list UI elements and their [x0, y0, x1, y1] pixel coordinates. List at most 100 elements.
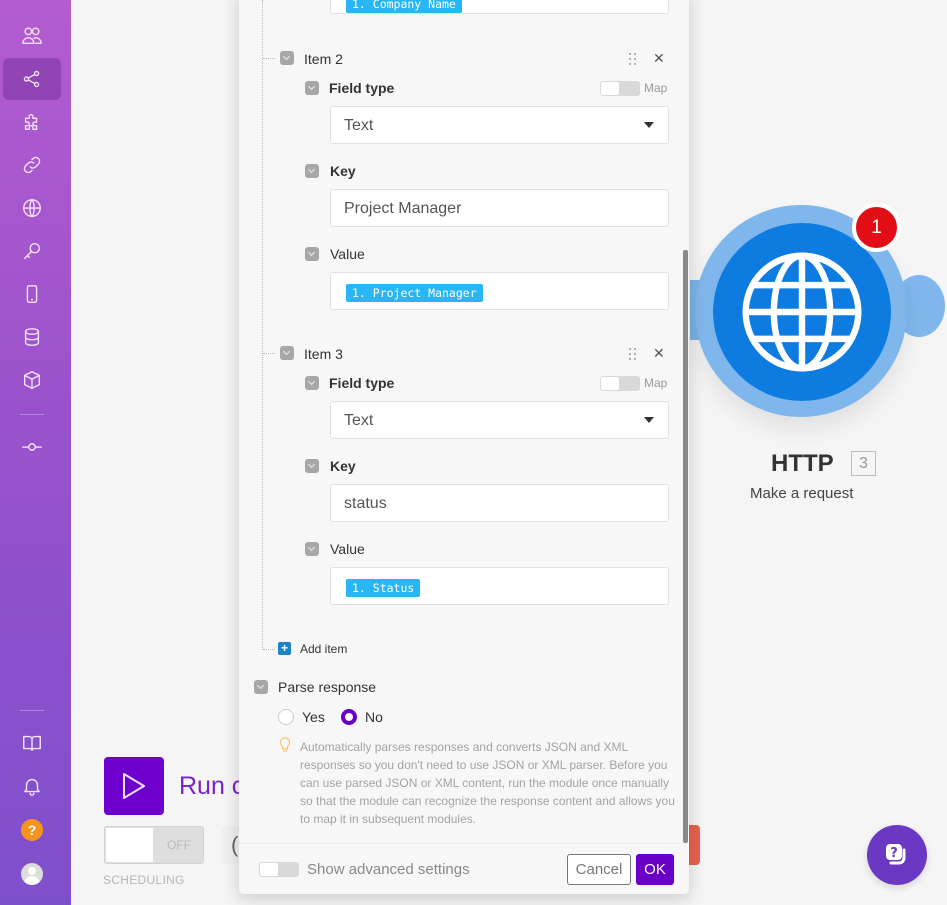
tree-branch — [263, 649, 275, 650]
parse-response-no-label[interactable]: No — [365, 709, 383, 725]
tree-branch — [263, 58, 275, 59]
sidebar-divider — [20, 414, 44, 415]
users-icon — [22, 27, 42, 45]
value-label: Value — [330, 246, 365, 262]
item-1-value-field[interactable]: 1. Company Name — [330, 0, 669, 14]
key-input[interactable]: status — [330, 484, 669, 522]
parse-response-label: Parse response — [278, 679, 377, 695]
field-type-label: Field type — [329, 375, 395, 391]
book-icon — [23, 735, 41, 752]
value-input[interactable]: 1. Project Manager — [330, 272, 669, 310]
sidebar-item-documentation[interactable] — [3, 722, 61, 764]
key-collapse-icon[interactable] — [305, 164, 319, 178]
tree-line — [262, 0, 263, 650]
sidebar-item-scenarios[interactable] — [3, 58, 61, 100]
parse-response-yes-label[interactable]: Yes — [302, 709, 325, 725]
red-tab[interactable] — [688, 825, 700, 865]
key-collapse-icon[interactable] — [305, 459, 319, 473]
key-input[interactable]: Project Manager — [330, 189, 669, 227]
key-value: Project Manager — [344, 200, 462, 217]
run-once-label: Run c — [179, 772, 245, 800]
mapped-value-chip[interactable]: 1. Company Name — [346, 0, 462, 13]
key-icon — [23, 242, 41, 260]
sidebar-item-connections[interactable] — [3, 144, 61, 186]
footer-divider — [239, 843, 689, 844]
panel-scrollbar[interactable] — [683, 250, 688, 843]
module-number: 3 — [851, 451, 876, 476]
sidebar-item-data-stores[interactable] — [3, 316, 61, 358]
question-icon: ? — [21, 819, 43, 841]
plus-icon[interactable]: + — [278, 642, 291, 655]
drag-handle-icon[interactable] — [629, 53, 637, 65]
operations-badge: 1 — [852, 203, 901, 252]
sidebar-item-notifications[interactable] — [3, 765, 61, 807]
tree-branch — [263, 353, 275, 354]
play-icon — [123, 773, 145, 799]
remove-item-3-close-icon[interactable]: ✕ — [653, 345, 665, 362]
parse-response-hint: Automatically parses responses and conve… — [300, 740, 675, 826]
item-3-label: Item 3 — [304, 346, 343, 362]
clock-icon: ( — [231, 832, 239, 857]
value-collapse-icon[interactable] — [305, 247, 319, 261]
sidebar-item-templates[interactable] — [3, 101, 61, 143]
field-type-collapse-icon[interactable] — [305, 81, 319, 95]
globe-icon — [23, 199, 41, 217]
sidebar-item-team[interactable] — [3, 15, 61, 57]
key-label: Key — [330, 458, 356, 474]
parse-response-no-radio[interactable] — [341, 709, 357, 725]
map-label: Map — [644, 81, 668, 95]
key-value: status — [344, 495, 387, 512]
map-label: Map — [644, 376, 668, 390]
bell-icon — [23, 778, 41, 796]
field-type-select[interactable]: Text — [330, 401, 669, 439]
sidebar-item-help[interactable]: ? — [3, 809, 61, 851]
sidebar-item-data-structures[interactable] — [3, 359, 61, 401]
field-type-collapse-icon[interactable] — [305, 376, 319, 390]
database-icon — [24, 328, 40, 346]
mobile-icon — [26, 285, 38, 303]
sidebar-item-webhooks[interactable] — [3, 187, 61, 229]
share-nodes-icon — [23, 70, 40, 88]
sidebar-item-profile[interactable] — [3, 853, 61, 895]
help-chat-icon: ? — [886, 844, 906, 865]
value-input[interactable]: 1. Status — [330, 567, 669, 605]
ok-button[interactable]: OK — [636, 854, 674, 885]
remove-item-2-close-icon[interactable]: ✕ — [653, 50, 665, 67]
commit-icon — [22, 443, 42, 451]
globe-icon — [742, 252, 862, 372]
http-module-icon-area[interactable] — [713, 223, 891, 401]
value-collapse-icon[interactable] — [305, 542, 319, 556]
link-icon — [23, 156, 41, 174]
parse-response-collapse-icon[interactable] — [254, 680, 268, 694]
sidebar: ? — [0, 0, 71, 905]
puzzle-icon — [24, 114, 38, 131]
sidebar-item-custom-apps[interactable] — [3, 426, 61, 468]
module-subtitle: Make a request — [750, 485, 854, 502]
field-type-value: Text — [344, 117, 374, 134]
advanced-settings-label: Show advanced settings — [307, 861, 470, 878]
parse-response-yes-radio[interactable] — [278, 709, 294, 725]
scheduling-toggle[interactable]: OFF — [104, 826, 204, 864]
add-item-button[interactable]: Add item — [300, 642, 347, 656]
scheduling-label: SCHEDULING — [103, 873, 185, 887]
key-label: Key — [330, 163, 356, 179]
mapped-value-chip[interactable]: 1. Status — [346, 579, 421, 597]
map-toggle[interactable] — [600, 81, 640, 96]
sidebar-item-devices[interactable] — [3, 273, 61, 315]
sidebar-divider — [20, 710, 44, 711]
field-type-select[interactable]: Text — [330, 106, 669, 144]
toggle-state: OFF — [167, 838, 191, 852]
cancel-button[interactable]: Cancel — [567, 854, 631, 885]
drag-handle-icon[interactable] — [629, 348, 637, 360]
mapped-value-chip[interactable]: 1. Project Manager — [346, 284, 483, 302]
advanced-settings-toggle[interactable] — [259, 862, 299, 877]
help-chat-button[interactable]: ? — [867, 825, 927, 885]
toggle-knob — [106, 828, 153, 862]
item-3-collapse-icon[interactable] — [280, 346, 294, 360]
lightbulb-icon — [279, 737, 291, 752]
avatar-icon — [21, 863, 43, 885]
map-toggle[interactable] — [600, 376, 640, 391]
sidebar-item-keys[interactable] — [3, 230, 61, 272]
item-2-collapse-icon[interactable] — [280, 51, 294, 65]
run-once-button[interactable] — [104, 757, 164, 815]
